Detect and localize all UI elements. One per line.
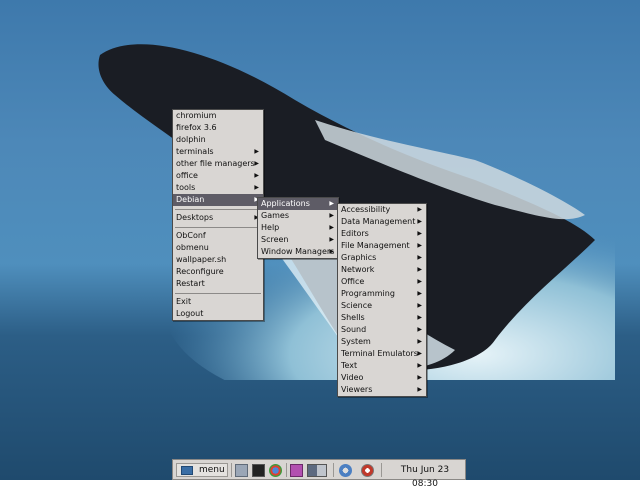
menu-item-programming[interactable]: Programming ▶: [338, 288, 426, 300]
menu-item-sound[interactable]: Sound ▶: [338, 324, 426, 336]
menu-item-editors[interactable]: Editors ▶: [338, 228, 426, 240]
menu-item-games[interactable]: Games ▶: [258, 210, 338, 222]
menu-item-graphics[interactable]: Graphics ▶: [338, 252, 426, 264]
taskbar-separator: [286, 463, 287, 477]
submenu-arrow-icon: ▶: [329, 248, 334, 255]
submenu-arrow-icon: ▶: [417, 254, 422, 261]
menu-item-obmenu[interactable]: obmenu: [173, 242, 263, 254]
menu-button-label: menu: [199, 465, 225, 475]
menu-item-restart[interactable]: Restart: [173, 278, 263, 290]
clock[interactable]: Thu Jun 23 08:30: [387, 463, 463, 489]
submenu-arrow-icon: ▶: [417, 266, 422, 273]
submenu-arrow-icon: ▶: [417, 374, 422, 381]
menu-separator: [175, 209, 261, 210]
file-manager-icon[interactable]: [235, 464, 248, 477]
menu-item-applications[interactable]: Applications ▶: [258, 198, 338, 210]
submenu-arrow-icon: ▶: [329, 224, 334, 231]
submenu-arrow-icon: ▶: [417, 326, 422, 333]
menu-item-office-apps[interactable]: Office ▶: [338, 276, 426, 288]
taskbar-separator: [333, 463, 334, 477]
image-viewer-icon[interactable]: [290, 464, 303, 477]
submenu-arrow-icon: ▶: [417, 290, 422, 297]
submenu-arrow-icon: ▶: [329, 236, 334, 243]
menu-item-firefox[interactable]: firefox 3.6: [173, 122, 263, 134]
submenu-arrow-icon: ▶: [254, 148, 259, 155]
menu-item-system[interactable]: System ▶: [338, 336, 426, 348]
submenu-arrow-icon: ▶: [417, 362, 422, 369]
menu-item-science[interactable]: Science ▶: [338, 300, 426, 312]
menu-separator: [175, 227, 261, 228]
menu-button[interactable]: menu: [176, 463, 228, 477]
submenu-arrow-icon: ▶: [417, 230, 422, 237]
menu-item-data-management[interactable]: Data Management ▶: [338, 216, 426, 228]
debian-submenu: Applications ▶ Games ▶ Help ▶ Screen ▶ Windo…: [257, 197, 339, 259]
menu-item-network[interactable]: Network ▶: [338, 264, 426, 276]
workspace-pager-icon[interactable]: [307, 464, 327, 477]
submenu-arrow-icon: ▶: [417, 350, 422, 357]
submenu-arrow-icon: ▶: [329, 212, 334, 219]
menu-item-window-managers[interactable]: Window Managers ▶: [258, 246, 338, 258]
menu-item-video[interactable]: Video ▶: [338, 372, 426, 384]
menu-item-shells[interactable]: Shells ▶: [338, 312, 426, 324]
menu-item-terminal-emulators[interactable]: Terminal Emulators ▶: [338, 348, 426, 360]
menu-item-accessibility[interactable]: Accessibility ▶: [338, 204, 426, 216]
submenu-arrow-icon: ▶: [417, 242, 422, 249]
menu-item-help[interactable]: Help ▶: [258, 222, 338, 234]
menu-item-debian[interactable]: Debian▶: [173, 194, 263, 206]
submenu-arrow-icon: ▶: [254, 160, 259, 167]
menu-item-text[interactable]: Text ▶: [338, 360, 426, 372]
root-menu: chromium firefox 3.6 dolphin terminals ▶ …: [172, 109, 264, 321]
submenu-arrow-icon: ▶: [417, 338, 422, 345]
submenu-arrow-icon: ▶: [417, 314, 422, 321]
taskbar-separator: [231, 463, 232, 477]
submenu-arrow-icon: ▶: [329, 200, 334, 207]
submenu-arrow-icon: ▶: [417, 218, 422, 225]
menu-item-tools[interactable]: tools ▶: [173, 182, 263, 194]
terminal-icon[interactable]: [252, 464, 265, 477]
menu-item-chromium[interactable]: chromium: [173, 110, 263, 122]
submenu-arrow-icon: ▶: [417, 278, 422, 285]
menu-item-file-management[interactable]: File Management ▶: [338, 240, 426, 252]
taskbar: menu Thu Jun 23 08:30: [172, 459, 466, 489]
menu-item-wallpaper[interactable]: wallpaper.sh: [173, 254, 263, 266]
submenu-arrow-icon: ▶: [254, 184, 259, 191]
menu-item-logout[interactable]: Logout: [173, 308, 263, 320]
menu-separator: [175, 293, 261, 294]
chromium-icon[interactable]: [269, 464, 282, 477]
submenu-arrow-icon: ▶: [254, 172, 259, 179]
menu-item-exit[interactable]: Exit: [173, 296, 263, 308]
settings-icon[interactable]: [361, 464, 374, 477]
taskbar-separator: [381, 463, 382, 477]
submenu-arrow-icon: ▶: [417, 206, 422, 213]
menu-item-reconfigure[interactable]: Reconfigure: [173, 266, 263, 278]
applications-submenu: Accessibility ▶ Data Management ▶ Editors ▶…: [337, 203, 427, 397]
menu-icon: [181, 466, 193, 475]
menu-item-desktops[interactable]: Desktops▶: [173, 212, 263, 224]
network-icon[interactable]: [339, 464, 352, 477]
menu-item-obconf[interactable]: ObConf: [173, 230, 263, 242]
submenu-arrow-icon: ▶: [417, 386, 422, 393]
menu-item-office[interactable]: office ▶: [173, 170, 263, 182]
menu-item-dolphin[interactable]: dolphin: [173, 134, 263, 146]
submenu-arrow-icon: ▶: [417, 302, 422, 309]
menu-item-screen[interactable]: Screen ▶: [258, 234, 338, 246]
menu-item-other-file-managers[interactable]: other file managers ▶: [173, 158, 263, 170]
menu-item-viewers[interactable]: Viewers ▶: [338, 384, 426, 396]
menu-item-terminals[interactable]: terminals ▶: [173, 146, 263, 158]
